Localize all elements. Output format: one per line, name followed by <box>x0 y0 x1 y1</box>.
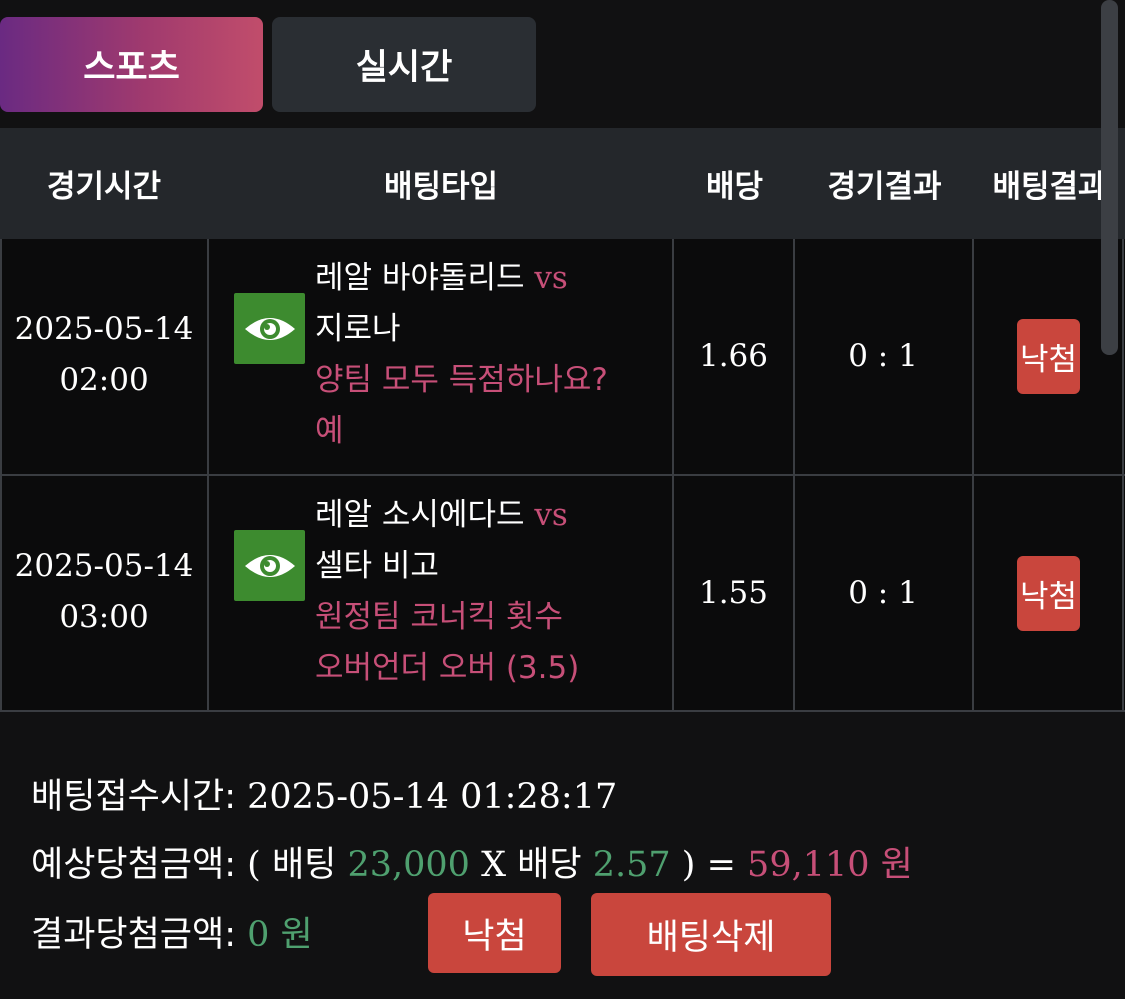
result-amount: 0 원 <box>247 915 313 955</box>
match-clock: 03:00 <box>59 599 149 635</box>
column-divider <box>793 239 795 712</box>
table-header: 경기시간 배팅타입 배당 경기결과 배팅결과 <box>0 128 1125 239</box>
multiply-sign: X <box>481 845 507 885</box>
open-paren: ( <box>247 845 261 885</box>
bet-market: 양팀 모두 득점하나요? <box>315 362 608 398</box>
odds-word: 배당 <box>517 845 582 885</box>
bet-time-value: 2025-05-14 01:28:17 <box>247 777 618 817</box>
bet-time-label: 배팅접수시간: <box>31 777 236 817</box>
scrollbar[interactable] <box>1101 0 1118 355</box>
bet-amount: 23,000 <box>347 845 470 885</box>
total-odds: 2.57 <box>592 845 671 885</box>
match-date: 2025-05-14 <box>14 311 194 347</box>
eye-icon[interactable] <box>234 293 305 364</box>
expected-label: 예상당첨금액: <box>31 845 236 885</box>
column-divider <box>672 239 674 712</box>
bet-time-line: 배팅접수시간: 2025-05-14 01:28:17 <box>31 768 617 819</box>
close-paren: ) <box>681 845 696 885</box>
result-badge: 낙첨 <box>1017 556 1080 631</box>
home-team: 레알 소시에다드 <box>315 497 525 533</box>
result-badge: 낙첨 <box>1017 319 1080 394</box>
eye-icon[interactable] <box>234 530 305 601</box>
bet-pick: 오버언더 오버 (3.5) <box>315 650 580 686</box>
match-date: 2025-05-14 <box>14 548 194 584</box>
expected-amount: 59,110 원 <box>747 845 913 885</box>
tab-sports[interactable]: 스포츠 <box>0 17 263 112</box>
match-score: 0 : 1 <box>848 338 918 374</box>
match-score: 0 : 1 <box>848 575 918 611</box>
row-divider <box>0 474 1125 476</box>
vs-label: vs <box>534 497 568 533</box>
bet-history-table: 경기시간 배팅타입 배당 경기결과 배팅결과 <box>0 128 1125 239</box>
odds-value: 1.66 <box>698 338 769 374</box>
header-odds: 배당 <box>705 169 764 205</box>
away-team: 셀타 비고 <box>315 548 439 584</box>
header-match-time: 경기시간 <box>46 169 162 205</box>
bet-word: 배팅 <box>271 845 337 885</box>
column-divider <box>972 239 974 712</box>
expected-win-line: 예상당첨금액: ( 배팅 23,000 X 배당 2.57 ) = 59,110… <box>31 836 913 887</box>
bet-type: 레알 소시에다드 vs 셀타 비고 원정팀 코너킥 횟수 오버언더 오버 (3.… <box>315 490 665 694</box>
vs-label: vs <box>534 260 568 296</box>
odds-value: 1.55 <box>698 575 769 611</box>
match-time: 2025-05-14 03:00 <box>0 541 208 643</box>
match-clock: 02:00 <box>59 362 149 398</box>
delete-bet-button[interactable]: 배팅삭제 <box>591 893 831 976</box>
home-team: 레알 바야돌리드 <box>315 260 525 296</box>
bet-type: 레알 바야돌리드 vs 지로나 양팀 모두 득점하나요? 예 <box>315 253 665 457</box>
eye-icon-graphic <box>244 317 295 340</box>
header-bet-type: 배팅타입 <box>383 169 499 205</box>
bet-market: 원정팀 코너킥 횟수 <box>315 599 563 635</box>
lose-status-button[interactable]: 낙첨 <box>428 893 561 973</box>
match-time: 2025-05-14 02:00 <box>0 304 208 406</box>
eye-icon-graphic <box>244 554 295 577</box>
tab-live[interactable]: 실시간 <box>272 17 536 112</box>
result-label: 결과당첨금액: <box>31 915 236 955</box>
header-match-result: 경기결과 <box>827 169 942 205</box>
away-team: 지로나 <box>315 311 401 347</box>
result-win-line: 결과당첨금액: 0 원 <box>31 906 313 957</box>
equals-sign: = <box>706 845 736 885</box>
column-divider <box>1122 239 1124 712</box>
bet-pick: 예 <box>315 413 344 449</box>
row-divider <box>0 710 1125 712</box>
